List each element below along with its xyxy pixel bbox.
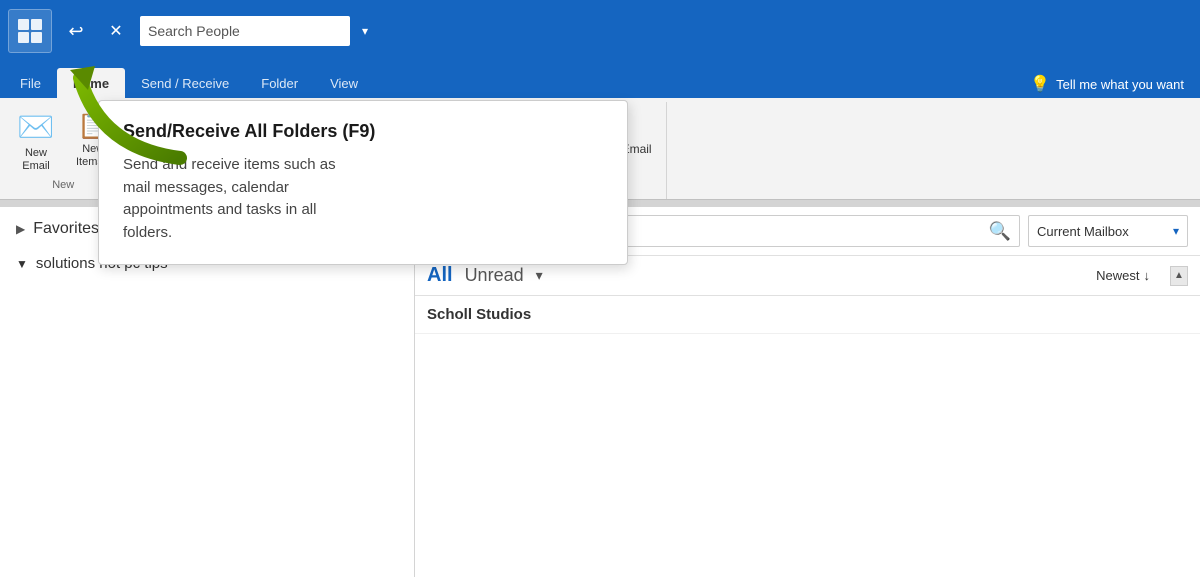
new-email-label: NewEmail [22,147,50,173]
folder-expand-arrow: ▼ [16,257,28,271]
new-email-button[interactable]: ✉️ NewEmail [8,106,64,177]
undo-button[interactable]: ↩ [60,15,92,47]
tab-file[interactable]: File [4,68,57,98]
tab-folder[interactable]: Folder [245,68,314,98]
scroll-up-button[interactable]: ▲ [1170,266,1188,286]
mailbox-label: Current Mailbox [1037,224,1167,239]
mail-sender: Scholl Studios [427,306,1188,323]
tooltip-title: Send/Receive All Folders (F9) [123,121,603,142]
favorites-expand-arrow[interactable]: ▶ [16,222,25,236]
mailbox-dropdown[interactable]: Current Mailbox ▾ [1028,215,1188,247]
sort-direction-icon: ↓ [1144,268,1151,283]
mailbox-dropdown-arrow: ▾ [1173,224,1179,238]
tab-view[interactable]: View [314,68,374,98]
favorites-label: Favorites [33,220,99,238]
app-icon[interactable] [8,9,52,53]
tab-send-receive[interactable]: Send / Receive [125,68,245,98]
search-people-input[interactable]: Search People [140,16,350,46]
search-dropdown-arrow[interactable]: ▾ [362,24,368,38]
tell-me-box[interactable]: 💡 Tell me what you want [1018,70,1196,98]
tooltip-body: Send and receive items such as mail mess… [123,154,603,244]
scroll-controls: ▲ [1170,266,1188,286]
tab-home[interactable]: Home [57,68,125,98]
tell-me-text: Tell me what you want [1056,77,1184,92]
close-button[interactable]: ✕ [100,15,132,47]
search-icon: 🔍 [989,221,1011,242]
ribbon-tabs: File Home Send / Receive Folder View 💡 T… [0,62,1200,98]
search-people-text: Search People [148,23,240,39]
filter-unread-button[interactable]: Unread [465,265,524,286]
sort-newest[interactable]: Newest ↓ [1096,268,1150,283]
filter-dropdown-arrow[interactable]: ▾ [536,267,543,284]
sort-label: Newest [1096,268,1139,283]
mail-item[interactable]: Scholl Studios [415,296,1200,334]
favorites-title: ▶ Favorites [16,220,99,238]
filter-all-button[interactable]: All [427,264,453,287]
title-bar: ↩ ✕ Search People ▾ [0,0,1200,62]
tooltip-popup: Send/Receive All Folders (F9) Send and r… [98,100,628,265]
new-email-icon: ✉️ [17,110,54,145]
